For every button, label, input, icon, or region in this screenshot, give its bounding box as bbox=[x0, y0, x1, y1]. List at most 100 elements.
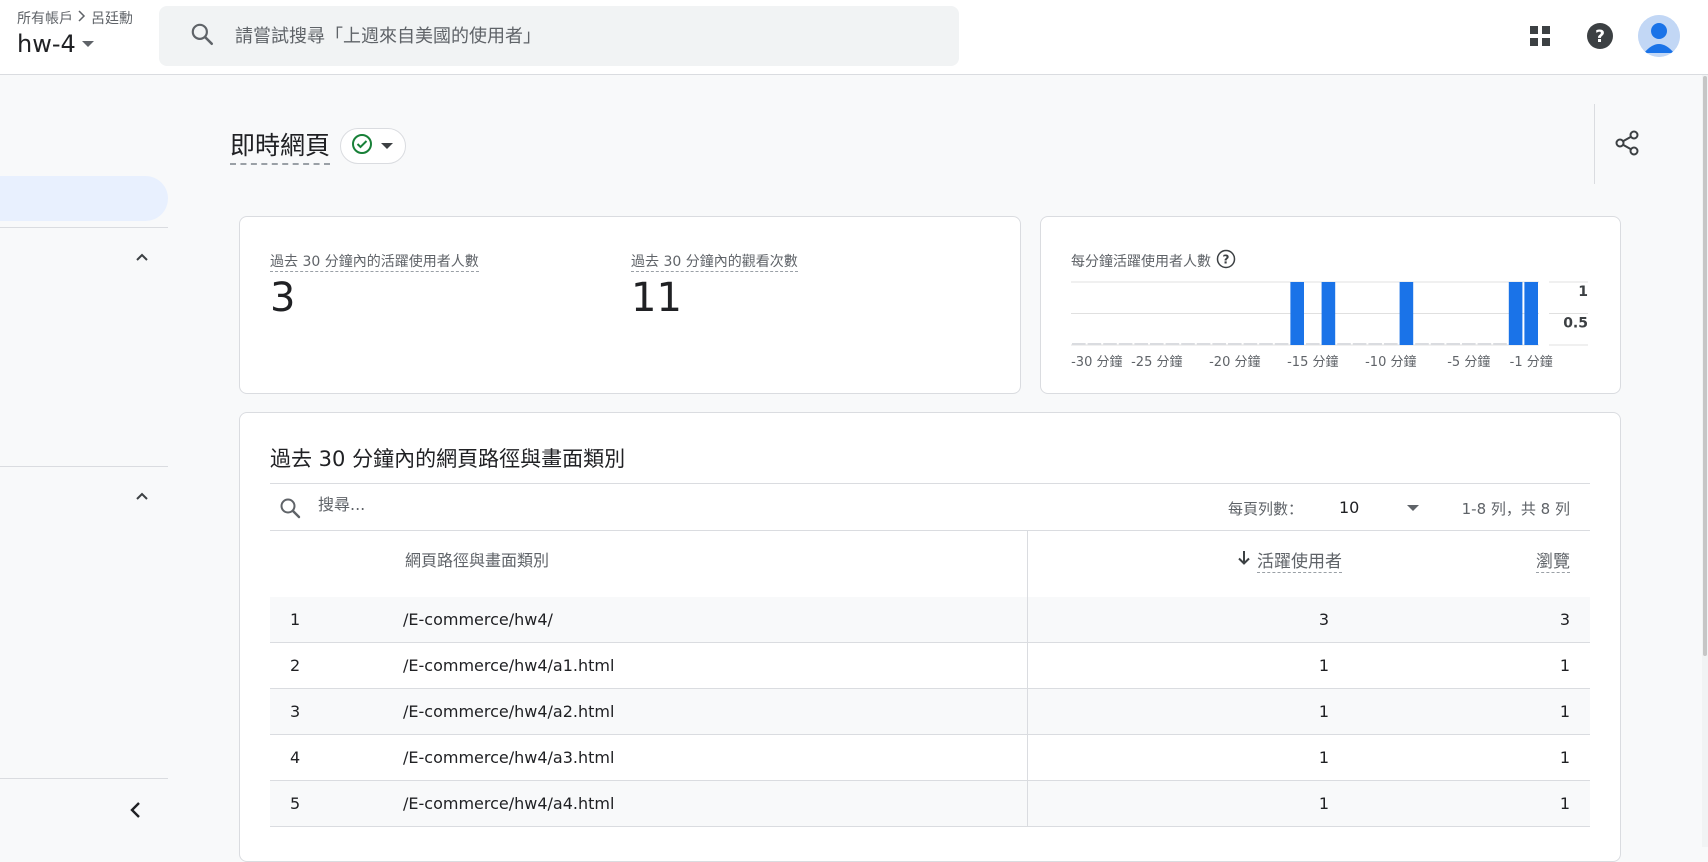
x-tick-label: -15 分鐘 bbox=[1287, 354, 1338, 370]
chart-bar bbox=[1118, 343, 1133, 345]
chart-bar bbox=[1306, 343, 1320, 345]
chart-bar bbox=[1103, 343, 1117, 345]
chart-bar bbox=[1508, 282, 1523, 345]
help-icon[interactable]: ? bbox=[1216, 249, 1236, 273]
chart-bar bbox=[1212, 343, 1226, 345]
chart-bar bbox=[1415, 343, 1429, 345]
search-icon bbox=[278, 496, 302, 524]
chart-bar bbox=[1072, 343, 1086, 345]
breadcrumb-account[interactable]: 呂廷勳 bbox=[91, 8, 133, 28]
row-path: /E-commerce/hw4/a4.html bbox=[403, 794, 615, 813]
row-views: 3 bbox=[1559, 610, 1570, 629]
chart-bar bbox=[1150, 343, 1164, 345]
chart-bar bbox=[1337, 343, 1351, 345]
x-tick-label: -25 分鐘 bbox=[1131, 354, 1182, 370]
metrics-card: 過去 30 分鐘內的活躍使用者人數 3 過去 30 分鐘內的觀看次數 11 bbox=[239, 216, 1021, 394]
row-views: 1 bbox=[1559, 794, 1570, 813]
chart-bar bbox=[1181, 343, 1195, 345]
row-views: 1 bbox=[1559, 656, 1570, 675]
pagination-range: 1-8 列，共 8 列 bbox=[1461, 500, 1570, 518]
sidebar-item-active[interactable] bbox=[0, 176, 168, 221]
caret-down-icon bbox=[81, 41, 94, 47]
table-row[interactable]: 5 /E-commerce/hw4/a4.html 1 1 bbox=[270, 781, 1590, 827]
bar-chart: -30 分鐘 -25 分鐘 -20 分鐘 -15 分鐘 -10 分鐘 -5 分鐘 -1 分鐘… bbox=[1071, 281, 1588, 370]
chevron-right-icon bbox=[77, 10, 87, 26]
chart-bar bbox=[1274, 343, 1289, 345]
table-row[interactable]: 2 /E-commerce/hw4/a1.html 1 1 bbox=[270, 643, 1590, 689]
views-value: 11 bbox=[631, 275, 682, 321]
chart-bar bbox=[1290, 282, 1304, 345]
status-chip[interactable] bbox=[340, 127, 407, 164]
search-input[interactable] bbox=[233, 24, 887, 48]
svg-text:?: ? bbox=[1595, 27, 1605, 47]
active-users-label[interactable]: 過去 30 分鐘內的活躍使用者人數 bbox=[270, 251, 479, 272]
property-selector[interactable]: hw-4 bbox=[17, 30, 94, 58]
row-path: /E-commerce/hw4/a3.html bbox=[403, 748, 615, 767]
chevron-up-icon[interactable] bbox=[132, 486, 152, 506]
y-tick-label: 0.5 bbox=[1563, 316, 1588, 332]
rows-per-page-select[interactable]: 10 bbox=[1339, 498, 1420, 517]
breadcrumb-all-accounts[interactable]: 所有帳戶 bbox=[17, 8, 73, 28]
rows-per-page-value: 10 bbox=[1339, 498, 1360, 517]
page-header: 即時網頁 bbox=[230, 126, 407, 165]
table-toolbar: 每頁列數： 10 1-8 列，共 8 列 bbox=[270, 483, 1590, 531]
search-bar[interactable] bbox=[159, 6, 959, 66]
pages-table-card: 過去 30 分鐘內的網頁路徑與畫面類別 每頁列數： 10 1-8 列，共 8 列… bbox=[239, 412, 1621, 862]
table-row[interactable]: 1 /E-commerce/hw4/ 3 3 bbox=[270, 597, 1590, 643]
column-header-views[interactable]: 瀏覽 bbox=[1536, 547, 1570, 573]
row-active-users: 1 bbox=[1318, 794, 1329, 813]
chart-title-row: 每分鐘活躍使用者人數 ? bbox=[1071, 249, 1236, 273]
column-header-path[interactable]: 網頁路徑與畫面類別 bbox=[405, 547, 549, 571]
row-path: /E-commerce/hw4/ bbox=[403, 610, 553, 629]
rows-per-page-label: 每頁列數： bbox=[1228, 500, 1304, 518]
scrollbar-thumb[interactable] bbox=[1703, 76, 1707, 656]
table-header: 網頁路徑與畫面類別 活躍使用者 瀏覽 bbox=[270, 531, 1590, 597]
sidebar-divider bbox=[0, 227, 168, 228]
x-tick-label: -10 分鐘 bbox=[1365, 354, 1416, 370]
row-active-users: 1 bbox=[1318, 702, 1329, 721]
row-index: 3 bbox=[290, 702, 301, 721]
check-circle-icon bbox=[351, 133, 373, 159]
property-name: hw-4 bbox=[17, 30, 76, 58]
share-icon[interactable] bbox=[1612, 128, 1644, 160]
chart-bar bbox=[1165, 343, 1180, 345]
sidebar-divider bbox=[0, 778, 168, 779]
chart-bar bbox=[1368, 343, 1382, 345]
breadcrumb: 所有帳戶 呂廷勳 bbox=[17, 8, 133, 28]
page-title: 即時網頁 bbox=[230, 126, 331, 165]
row-index: 2 bbox=[290, 656, 301, 675]
chart-bar bbox=[1259, 343, 1273, 345]
chart-bar bbox=[1134, 343, 1148, 345]
chart-bar bbox=[1477, 343, 1492, 345]
row-active-users: 1 bbox=[1318, 748, 1329, 767]
table-body: 1 /E-commerce/hw4/ 3 3 2 /E-commerce/hw4… bbox=[270, 597, 1590, 827]
views-label[interactable]: 過去 30 分鐘內的觀看次數 bbox=[631, 251, 798, 272]
sort-arrow-down-icon bbox=[1237, 550, 1251, 571]
y-tick-label: 1 bbox=[1578, 284, 1588, 300]
table-row[interactable]: 3 /E-commerce/hw4/a2.html 1 1 bbox=[270, 689, 1590, 735]
apps-grid-icon[interactable] bbox=[1520, 16, 1560, 56]
row-index: 1 bbox=[290, 610, 301, 629]
collapse-sidebar-icon[interactable] bbox=[126, 800, 146, 820]
x-tick-label: -20 分鐘 bbox=[1209, 354, 1260, 370]
chart-bar bbox=[1196, 343, 1211, 345]
column-header-active-users[interactable]: 活躍使用者 bbox=[1237, 547, 1342, 573]
row-views: 1 bbox=[1559, 702, 1570, 721]
chart-bar bbox=[1228, 343, 1242, 345]
chevron-up-icon[interactable] bbox=[132, 247, 152, 267]
divider bbox=[1594, 104, 1595, 184]
row-path: /E-commerce/hw4/a2.html bbox=[403, 702, 615, 721]
x-tick-label: -30 分鐘 bbox=[1071, 354, 1122, 370]
chart-bar bbox=[1087, 343, 1102, 345]
help-icon[interactable]: ? bbox=[1580, 16, 1620, 56]
avatar[interactable] bbox=[1638, 15, 1680, 57]
row-active-users: 1 bbox=[1318, 656, 1329, 675]
table-row[interactable]: 4 /E-commerce/hw4/a3.html 1 1 bbox=[270, 735, 1590, 781]
top-bar: 所有帳戶 呂廷勳 hw-4 ? bbox=[0, 0, 1708, 75]
search-icon bbox=[189, 21, 215, 51]
chart-bar bbox=[1352, 343, 1367, 345]
chart-bar bbox=[1430, 343, 1445, 345]
column-header-active-users-label: 活躍使用者 bbox=[1257, 547, 1342, 573]
row-index: 5 bbox=[290, 794, 301, 813]
table-search-input[interactable] bbox=[316, 494, 620, 515]
